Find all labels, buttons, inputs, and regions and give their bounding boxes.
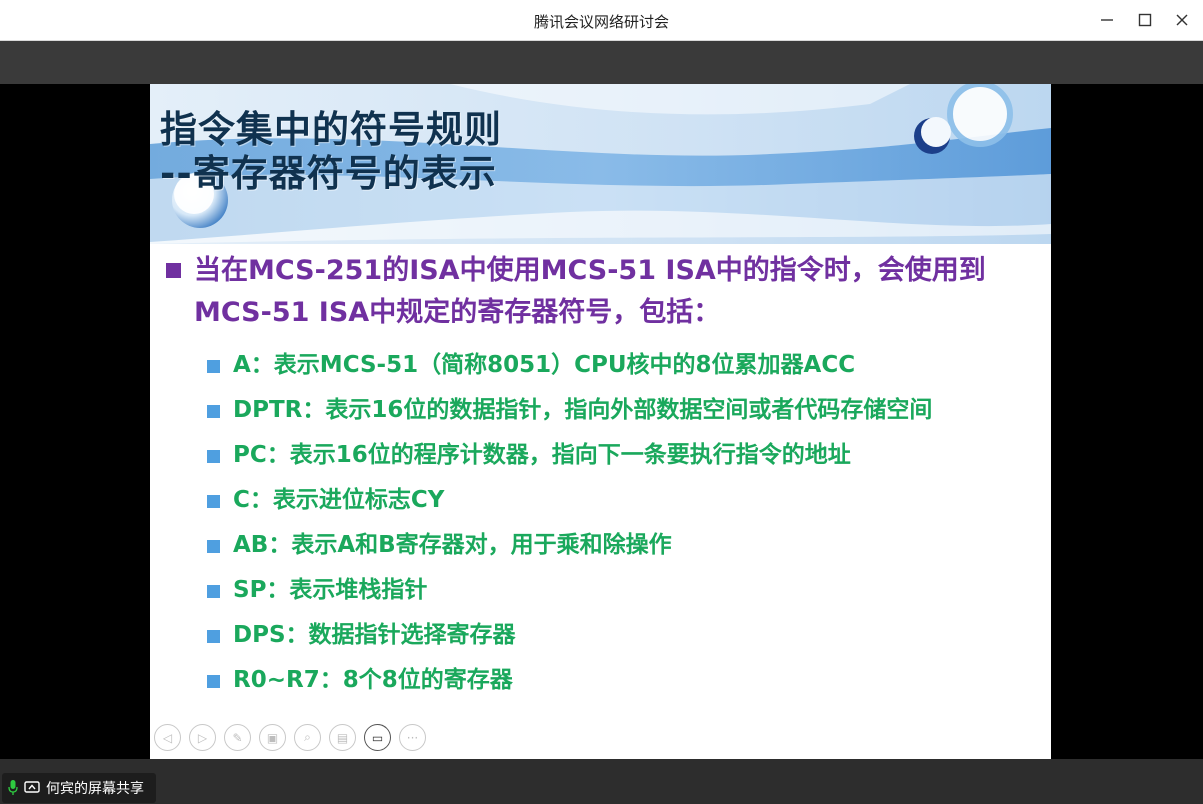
next-slide-button[interactable]: ▷ <box>189 724 216 751</box>
sub-bullet-text: DPS：数据指针选择寄存器 <box>233 622 516 648</box>
zoom-button[interactable]: ⌕ <box>294 724 321 751</box>
slide-title-line-2: --寄存器符号的表示 <box>160 152 497 195</box>
sub-bullet: C：表示进位标志CY <box>207 479 1047 523</box>
square-bullet-icon <box>207 360 220 373</box>
pen-tool-button[interactable]: ✎ <box>224 724 251 751</box>
video-icon: ▭ <box>371 730 384 745</box>
square-bullet-icon <box>207 405 220 418</box>
square-bullet-icon <box>207 450 220 463</box>
sub-bullet: DPTR：表示16位的数据指针，指向外部数据空间或者代码存储空间 <box>207 389 1047 433</box>
subtitle-icon: ▤ <box>336 730 349 745</box>
share-label: 何宾的屏幕共享 <box>46 781 144 797</box>
next-icon: ▷ <box>197 730 208 745</box>
sub-bullet: AB：表示A和B寄存器对，用于乘和除操作 <box>207 524 1047 568</box>
close-button[interactable] <box>1169 8 1195 32</box>
sub-bullet-text: C：表示进位标志CY <box>233 487 445 513</box>
sub-bullet: SP：表示堆栈指针 <box>207 569 1047 613</box>
previous-icon: ◁ <box>162 730 173 745</box>
main-bullet-text: 当在MCS-251的ISA中使用MCS-51 ISA中的指令时，会使用到MCS-… <box>194 255 986 328</box>
more-options-button[interactable]: ··· <box>399 724 426 751</box>
maximize-icon <box>1138 13 1152 27</box>
sub-bullet-text: PC：表示16位的程序计数器，指向下一条要执行指令的地址 <box>233 442 851 468</box>
microphone-icon <box>8 780 18 795</box>
presentation-slide: 指令集中的符号规则 --寄存器符号的表示 当在MCS-251的ISA中使用MCS… <box>150 84 1051 759</box>
square-bullet-icon <box>166 263 181 278</box>
slides-overview-button[interactable]: ▣ <box>259 724 286 751</box>
sub-bullet: DPS：数据指针选择寄存器 <box>207 614 1047 658</box>
bottom-bar: 何宾的屏幕共享 <box>0 759 1203 804</box>
close-icon <box>1176 14 1188 26</box>
window-titlebar: 腾讯会议网络研讨会 <box>0 0 1203 41</box>
square-bullet-icon <box>207 495 220 508</box>
window-title: 腾讯会议网络研讨会 <box>533 13 669 31</box>
sub-bullet: PC：表示16位的程序计数器，指向下一条要执行指令的地址 <box>207 434 1047 478</box>
meeting-toolbar <box>0 41 1203 84</box>
subtitle-button[interactable]: ▤ <box>329 724 356 751</box>
sub-bullet-text: A：表示MCS-51（简称8051）CPU核中的8位累加器ACC <box>233 352 856 378</box>
previous-slide-button[interactable]: ◁ <box>154 724 181 751</box>
video-button[interactable]: ▭ <box>364 724 391 751</box>
slide-title-line-1: 指令集中的符号规则 <box>160 108 502 151</box>
screen-share-icon <box>24 781 40 793</box>
slide-controls: ◁ ▷ ✎ ▣ ⌕ ▤ ▭ ··· <box>154 724 426 758</box>
pen-icon: ✎ <box>232 730 243 745</box>
sub-bullet: R0~R7：8个8位的寄存器 <box>207 659 1047 703</box>
maximize-button[interactable] <box>1132 8 1158 32</box>
minimize-icon <box>1101 19 1113 21</box>
minimize-button[interactable] <box>1094 8 1120 32</box>
sub-bullet-text: AB：表示A和B寄存器对，用于乘和除操作 <box>233 532 672 558</box>
sub-bullet-text: DPTR：表示16位的数据指针，指向外部数据空间或者代码存储空间 <box>233 397 933 423</box>
slides-icon: ▣ <box>266 730 279 745</box>
square-bullet-icon <box>207 675 220 688</box>
screen-share-indicator[interactable]: 何宾的屏幕共享 <box>2 773 156 803</box>
sub-bullet-text: SP：表示堆栈指针 <box>233 577 428 603</box>
sub-bullet-text: R0~R7：8个8位的寄存器 <box>233 667 513 693</box>
slide-title: 指令集中的符号规则 --寄存器符号的表示 <box>160 108 502 196</box>
square-bullet-icon <box>207 540 220 553</box>
square-bullet-icon <box>207 630 220 643</box>
main-bullet: 当在MCS-251的ISA中使用MCS-51 ISA中的指令时，会使用到MCS-… <box>162 250 1042 334</box>
more-icon: ··· <box>406 730 419 745</box>
zoom-icon: ⌕ <box>304 730 311 744</box>
sub-bullet: A：表示MCS-51（简称8051）CPU核中的8位累加器ACC <box>207 344 1047 388</box>
square-bullet-icon <box>207 585 220 598</box>
